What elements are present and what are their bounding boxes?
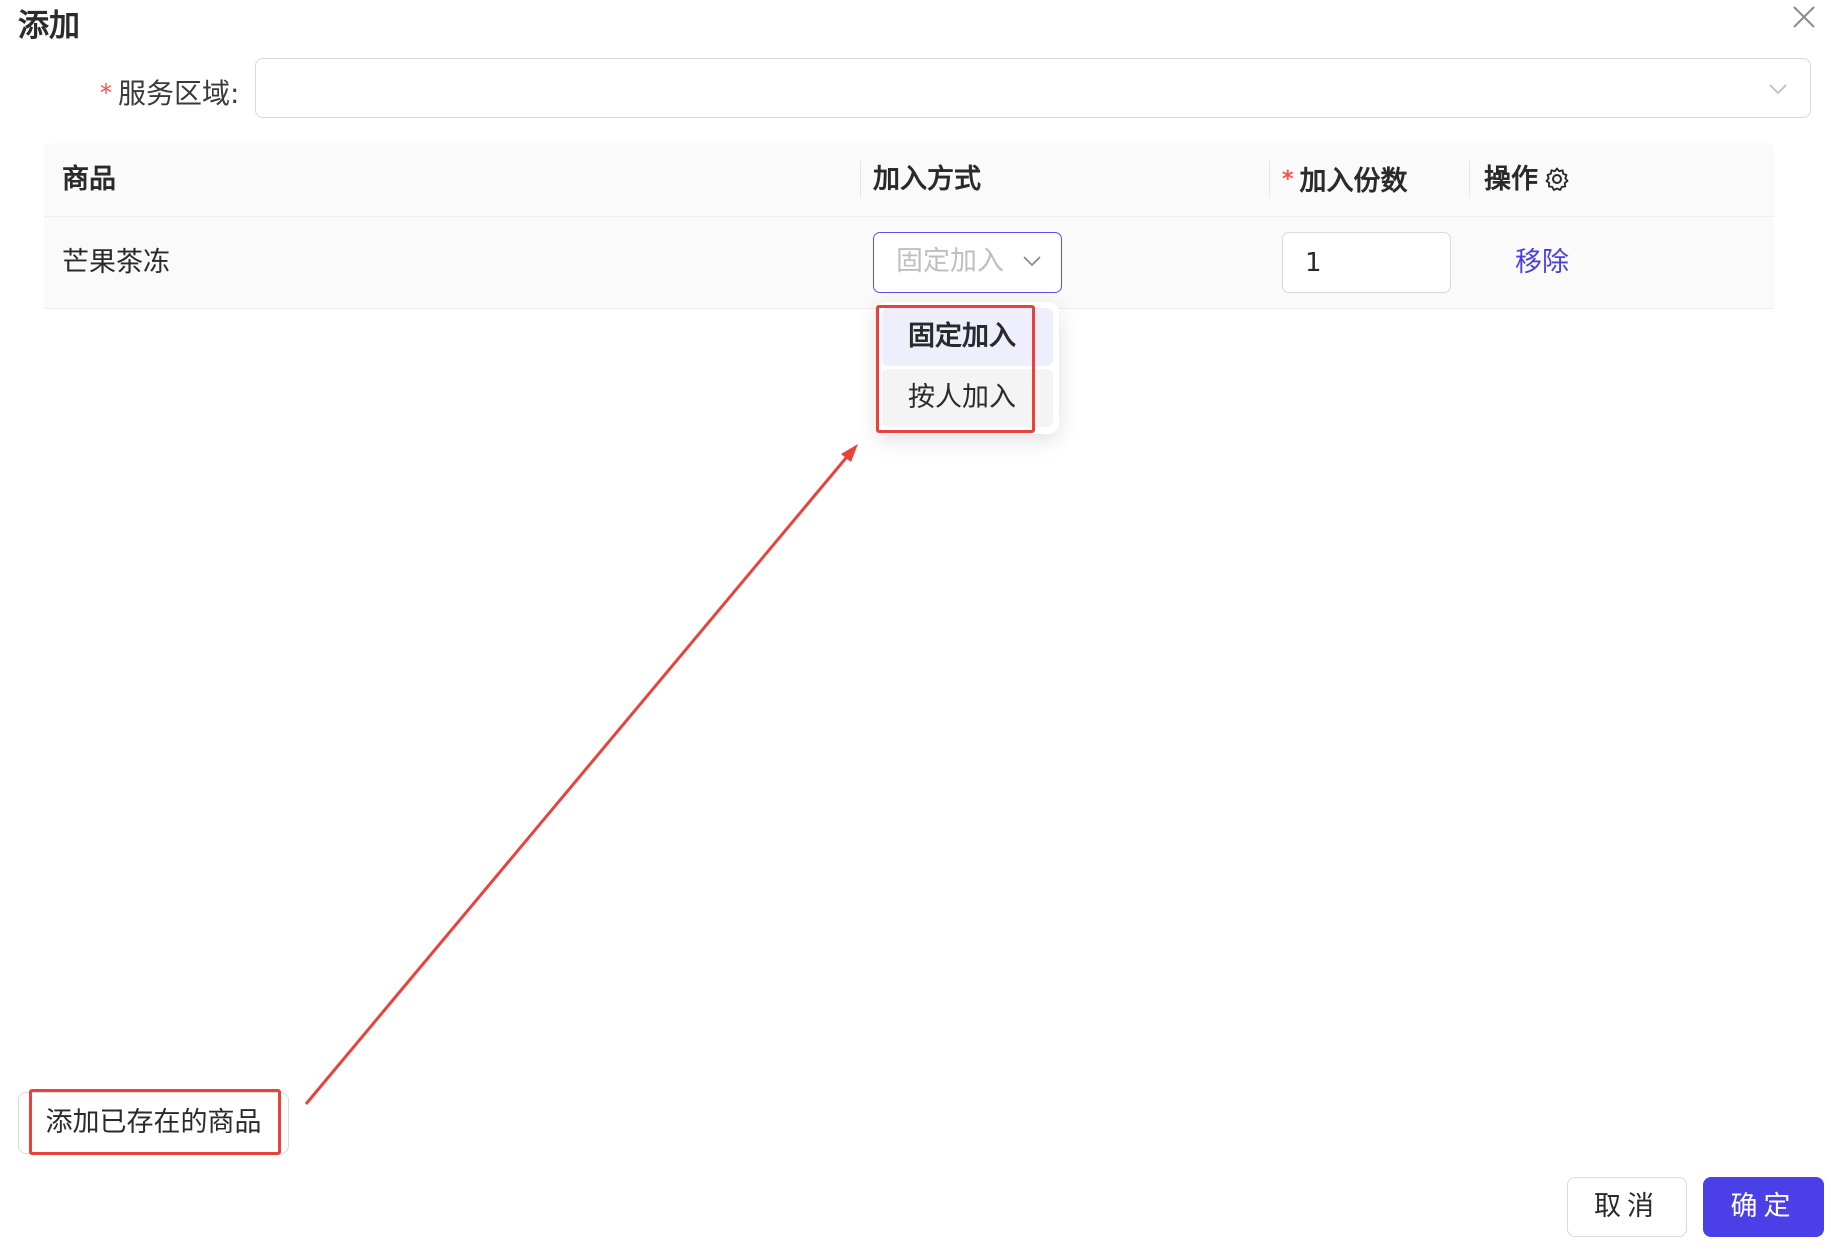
required-mark: * — [1282, 167, 1294, 192]
join-mode-placeholder: 固定加入 — [896, 246, 1004, 277]
region-select[interactable] — [255, 58, 1811, 118]
column-divider — [1269, 161, 1270, 198]
dropdown-option-fixed[interactable]: 固定加入 — [882, 308, 1053, 366]
product-name: 芒果茶冻 — [62, 247, 170, 278]
table-header: 商品 加入方式 * 加入份数 操作 — [44, 143, 1774, 217]
modal-dialog: 添加 * 服务区域: 商品 加入方式 * 加入份数 操作 芒果茶冻 固定加入 1… — [0, 0, 1833, 1257]
cancel-button[interactable]: 取消 — [1567, 1177, 1687, 1237]
products-table: 商品 加入方式 *加入份数 操作 芒果茶冻 固定加入 移除 — [44, 143, 1774, 309]
region-form-row: * 服务区域: — [100, 58, 1813, 121]
chevron-down-icon — [1769, 84, 1787, 95]
remove-link[interactable]: 移除 — [1515, 217, 1569, 308]
quantity-input[interactable] — [1282, 232, 1451, 293]
close-icon — [1793, 6, 1815, 28]
column-header-qty-text: 加入份数 — [1299, 166, 1408, 197]
column-header-action-text: 操作 — [1484, 164, 1538, 195]
column-header-product: 商品 — [62, 164, 116, 195]
gear-icon[interactable] — [1544, 166, 1570, 192]
dropdown-option-per-person[interactable]: 按人加入 — [882, 369, 1053, 427]
column-header-mode: 加入方式 — [873, 164, 981, 195]
confirm-button[interactable]: 确定 — [1703, 1177, 1824, 1237]
required-mark: * — [100, 79, 112, 107]
close-button[interactable] — [1789, 2, 1819, 32]
column-divider — [860, 161, 861, 198]
column-header-qty: * 加入份数 — [1282, 143, 1408, 216]
region-label: * 服务区域: — [100, 72, 239, 112]
table-row: 芒果茶冻 固定加入 移除 — [44, 217, 1774, 309]
add-existing-product-button[interactable]: 添加已存在的商品 — [18, 1092, 289, 1154]
region-label-text: 服务区域: — [118, 77, 240, 110]
modal-title: 添加 — [18, 8, 80, 44]
join-mode-dropdown: 固定加入 按人加入 — [876, 302, 1059, 434]
chevron-down-icon — [1023, 256, 1041, 267]
column-divider — [1469, 161, 1470, 198]
column-header-action: 操作 — [1484, 143, 1570, 216]
join-mode-select[interactable]: 固定加入 — [873, 232, 1062, 293]
